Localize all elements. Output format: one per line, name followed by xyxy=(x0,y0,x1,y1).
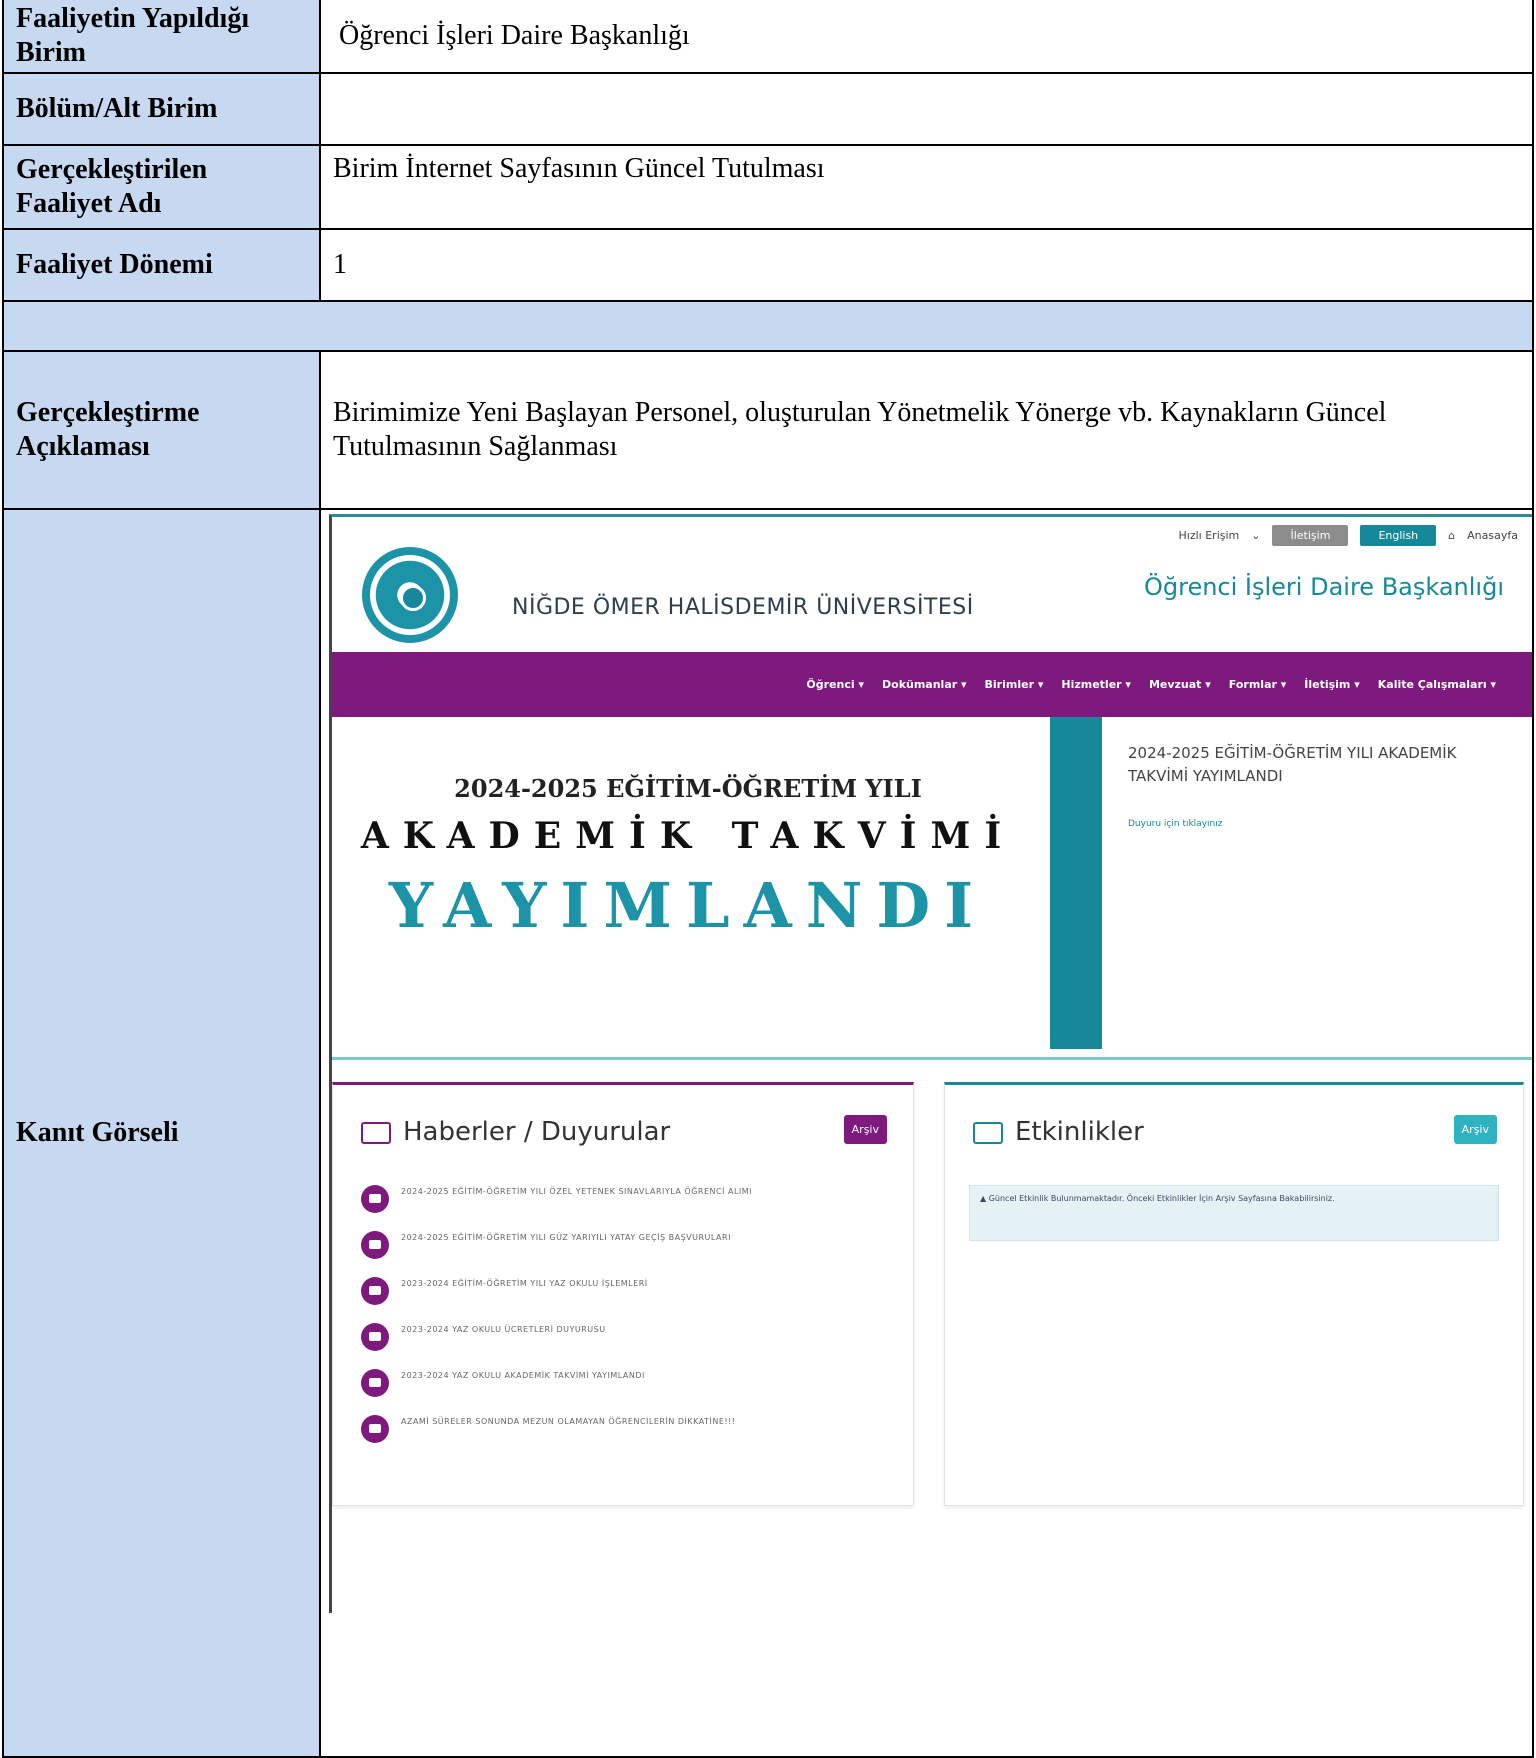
main-nav: Öğrenci ▾ Dokümanlar ▾ Birimler ▾ Hizmet… xyxy=(332,652,1532,717)
home-icon[interactable]: ⌂ xyxy=(1448,529,1455,542)
news-list: 2024-2025 EĞİTİM-ÖĞRETİM YILI ÖZEL YETEN… xyxy=(361,1185,893,1461)
news-card: Haberler / Duyurular Arşiv 2024-2025 EĞİ… xyxy=(332,1082,914,1506)
spacer-cell xyxy=(2,300,1534,352)
activity-document: Faaliyetin Yapıldığı Birim Öğrenci İşler… xyxy=(0,0,1536,1758)
nav-item-quality[interactable]: Kalite Çalışmaları ▾ xyxy=(1378,678,1496,691)
list-item[interactable]: AZAMİ SÜRELER SONUNDA MEZUN OLAMAYAN ÖĞR… xyxy=(361,1415,893,1443)
form-value: Birim İnternet Sayfasının Güncel Tutulma… xyxy=(319,144,1534,230)
home-link[interactable]: Anasayfa xyxy=(1467,529,1518,542)
form-label: Bölüm/Alt Birim xyxy=(2,72,321,146)
envelope-icon xyxy=(361,1415,389,1443)
news-item-text[interactable]: 2023-2024 YAZ OKULU AKADEMİK TAKVİMİ YAY… xyxy=(401,1369,645,1383)
envelope-icon xyxy=(361,1369,389,1397)
newspaper-icon xyxy=(361,1121,391,1144)
hero-caption: 2024-2025 EĞİTİM-ÖĞRETİM YILI AKADEMİK T… xyxy=(1128,742,1508,830)
hero-banner[interactable]: 2024-2025 EĞİTİM-ÖĞRETİM YILI AKADEMİK T… xyxy=(332,717,1044,1049)
events-card: Etkinlikler Arşiv ▲ Güncel Etkinlik Bulu… xyxy=(944,1082,1524,1506)
form-row-description: Gerçekleştirme Açıklaması Birimimize Yen… xyxy=(2,350,1534,510)
list-item[interactable]: 2023-2024 YAZ OKULU ÜCRETLERİ DUYURUSU xyxy=(361,1323,893,1351)
site-title: Öğrenci İşleri Daire Başkanlığı xyxy=(1143,573,1504,601)
calendar-icon xyxy=(973,1121,1003,1144)
news-archive-button[interactable]: Arşiv xyxy=(843,1115,887,1145)
form-row-evidence: Kanıt Görseli Hızlı Erişim ⌄ İletişim En… xyxy=(2,508,1534,1758)
envelope-icon xyxy=(361,1277,389,1305)
hero-caption-title: 2024-2025 EĞİTİM-ÖĞRETİM YILI AKADEMİK T… xyxy=(1128,744,1457,785)
events-title: Etkinlikler xyxy=(1015,1117,1144,1147)
envelope-icon xyxy=(361,1185,389,1213)
nav-item-documents[interactable]: Dokümanlar ▾ xyxy=(882,678,967,691)
hero-caption-link[interactable]: Duyuru için tıklayınız xyxy=(1128,819,1508,830)
quick-access-link[interactable]: Hızlı Erişim xyxy=(1179,529,1240,542)
chevron-down-icon[interactable]: ⌄ xyxy=(1251,529,1260,542)
hero-line-3: YAYIMLANDI xyxy=(388,869,988,942)
contact-button[interactable]: İletişim xyxy=(1272,525,1349,547)
form-value: 1 xyxy=(319,228,1534,302)
nav-item-legislation[interactable]: Mevzuat ▾ xyxy=(1149,678,1211,691)
news-header: Haberler / Duyurular xyxy=(361,1117,670,1148)
list-item[interactable]: 2024-2025 EĞİTİM-ÖĞRETİM YILI ÖZEL YETEN… xyxy=(361,1185,893,1213)
envelope-icon xyxy=(361,1323,389,1351)
events-notice-text: Güncel Etkinlik Bulunmamaktadır. Önceki … xyxy=(988,1194,1335,1203)
events-notice: ▲ Güncel Etkinlik Bulunmamaktadır. Öncek… xyxy=(969,1185,1499,1241)
list-item[interactable]: 2023-2024 YAZ OKULU AKADEMİK TAKVİMİ YAY… xyxy=(361,1369,893,1397)
form-label: Gerçekleştirme Açıklaması xyxy=(2,350,321,510)
form-label: Faaliyetin Yapıldığı Birim xyxy=(2,0,321,74)
website-screenshot: Hızlı Erişim ⌄ İletişim English ⌂ Anasay… xyxy=(329,514,1532,1613)
form-label: Gerçekleştirilen Faaliyet Adı xyxy=(2,144,321,230)
form-row-period: Faaliyet Dönemi 1 xyxy=(2,228,1534,302)
list-item[interactable]: 2023-2024 EĞİTİM-ÖĞRETİM YILI YAZ OKULU … xyxy=(361,1277,893,1305)
news-item-text[interactable]: 2024-2025 EĞİTİM-ÖĞRETİM YILI GÜZ YARIYI… xyxy=(401,1231,731,1245)
form-value: Birimimize Yeni Başlayan Personel, oluşt… xyxy=(319,350,1534,510)
hero-accent-bar xyxy=(1050,717,1102,1049)
nav-item-forms[interactable]: Formlar ▾ xyxy=(1229,678,1286,691)
news-title: Haberler / Duyurular xyxy=(403,1117,671,1147)
events-archive-button[interactable]: Arşiv xyxy=(1453,1115,1497,1145)
nav-item-contact[interactable]: İletişim ▾ xyxy=(1304,678,1359,691)
hero-line-1: 2024-2025 EĞİTİM-ÖĞRETİM YILI xyxy=(454,774,922,803)
envelope-icon xyxy=(361,1231,389,1259)
form-row-subunit: Bölüm/Alt Birim xyxy=(2,72,1534,146)
nav-item-units[interactable]: Birimler ▾ xyxy=(985,678,1044,691)
nav-item-student[interactable]: Öğrenci ▾ xyxy=(806,678,864,691)
news-item-text[interactable]: AZAMİ SÜRELER SONUNDA MEZUN OLAMAYAN ÖĞR… xyxy=(401,1415,736,1429)
events-header: Etkinlikler xyxy=(973,1117,1144,1148)
form-label: Kanıt Görseli xyxy=(2,508,321,1758)
site-topbar: Hızlı Erişim ⌄ İletişim English ⌂ Anasay… xyxy=(1179,525,1518,547)
form-row-unit: Faaliyetin Yapıldığı Birim Öğrenci İşler… xyxy=(2,0,1534,74)
warning-icon: ▲ xyxy=(980,1194,989,1203)
university-logo[interactable] xyxy=(362,547,458,643)
nav-item-services[interactable]: Hizmetler ▾ xyxy=(1061,678,1131,691)
news-item-text[interactable]: 2024-2025 EĞİTİM-ÖĞRETİM YILI ÖZEL YETEN… xyxy=(401,1185,752,1199)
section-divider xyxy=(332,1057,1532,1060)
form-value: Öğrenci İşleri Daire Başkanlığı xyxy=(319,0,1534,74)
form-row-spacer xyxy=(2,300,1534,352)
news-item-text[interactable]: 2023-2024 EĞİTİM-ÖĞRETİM YILI YAZ OKULU … xyxy=(401,1277,648,1291)
form-row-activity-name: Gerçekleştirilen Faaliyet Adı Birim İnte… xyxy=(2,144,1534,230)
hero-line-2: AKADEMİK TAKVİMİ xyxy=(360,815,1016,857)
list-item[interactable]: 2024-2025 EĞİTİM-ÖĞRETİM YILI GÜZ YARIYI… xyxy=(361,1231,893,1259)
english-button[interactable]: English xyxy=(1360,525,1437,547)
form-value xyxy=(319,72,1534,146)
university-name: NİĞDE ÖMER HALİSDEMİR ÜNİVERSİTESİ xyxy=(512,595,974,620)
evidence-cell: Hızlı Erişim ⌄ İletişim English ⌂ Anasay… xyxy=(319,508,1534,1758)
form-label: Faaliyet Dönemi xyxy=(2,228,321,302)
news-item-text[interactable]: 2023-2024 YAZ OKULU ÜCRETLERİ DUYURUSU xyxy=(401,1323,606,1337)
activity-form-table: Faaliyetin Yapıldığı Birim Öğrenci İşler… xyxy=(2,0,1534,1758)
